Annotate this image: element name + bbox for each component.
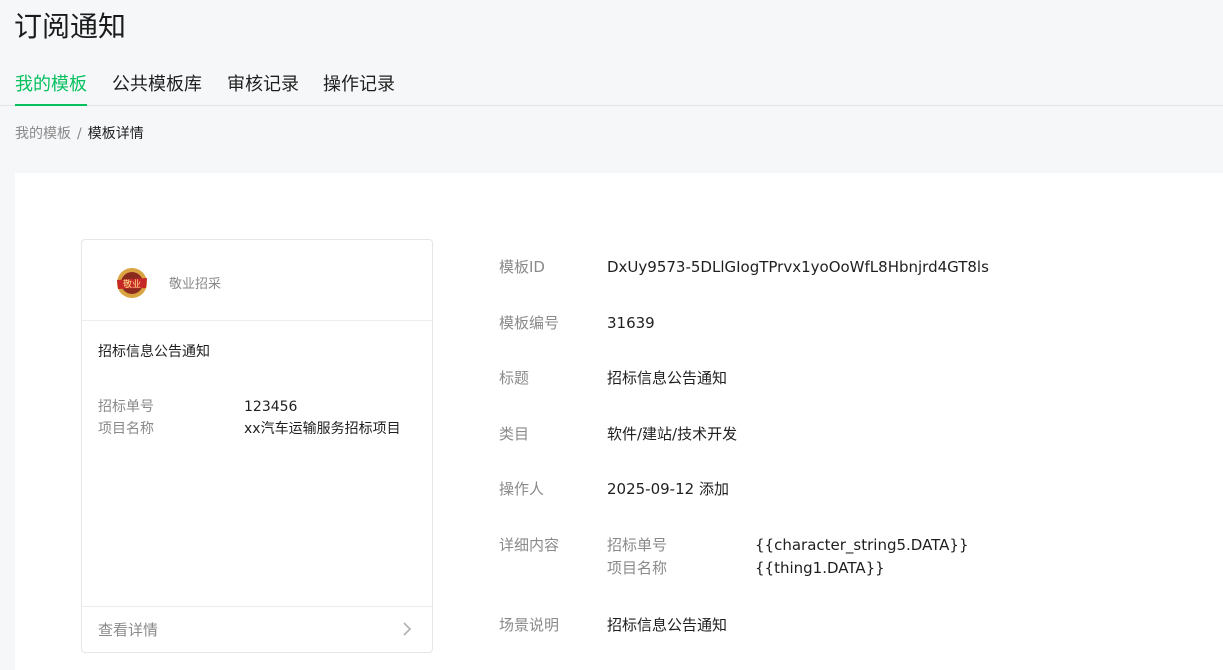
view-details-label: 查看详情 [98,621,159,639]
tab-operation-records[interactable]: 操作记录 [323,72,395,98]
preview-card-header: 敬业 敬业招采 [82,240,432,321]
category-value: 软件/建站/技术开发 [607,425,738,443]
title-value: 招标信息公告通知 [607,369,728,387]
page-title: 订阅通知 [14,10,127,43]
detail-label: 场景说明 [499,616,560,634]
detail-label: 模板ID [499,258,545,276]
breadcrumb-my-templates[interactable]: 我的模板 [15,126,71,142]
content-field-value: {{character_string5.DATA}} [755,536,969,554]
tab-bar: 我的模板 公共模板库 审核记录 操作记录 [0,70,1223,106]
scene-value: 招标信息公告通知 [607,616,728,634]
tab-public-library[interactable]: 公共模板库 [112,72,202,98]
detail-label: 标题 [499,369,530,387]
preview-title: 招标信息公告通知 [98,344,210,360]
content-panel: 敬业 敬业招采 招标信息公告通知 招标单号 123456 项目名称 xx汽车运输… [15,173,1223,670]
view-details-link[interactable]: 查看详情 [82,606,432,653]
chevron-right-icon [403,622,412,636]
detail-label: 详细内容 [499,536,560,554]
breadcrumb-separator: / [77,126,82,142]
preview-field-key: 招标单号 [98,399,154,415]
operator-value: 2025-09-12 添加 [607,480,729,498]
template-id-value: DxUy9573-5DLlGIogTPrvx1yoOoWfL8Hbnjrd4GT… [607,258,989,276]
detail-label: 模板编号 [499,314,560,332]
content-field-key: 招标单号 [607,536,668,554]
content-field-value: {{thing1.DATA}} [755,559,885,577]
tab-my-templates[interactable]: 我的模板 [15,72,87,106]
template-preview-card: 敬业 敬业招采 招标信息公告通知 招标单号 123456 项目名称 xx汽车运输… [81,239,433,653]
content-field-key: 项目名称 [607,559,668,577]
detail-label: 操作人 [499,480,545,498]
breadcrumb-current: 模板详情 [87,126,144,142]
brand-logo-text: 敬业 [123,278,141,290]
preview-field-value: xx汽车运输服务招标项目 [244,421,401,437]
breadcrumb: 我的模板 / 模板详情 [15,124,144,144]
detail-label: 类目 [499,425,530,443]
template-no-value: 31639 [607,314,655,332]
preview-field-key: 项目名称 [98,421,154,437]
brand-logo-icon: 敬业 [117,268,147,298]
brand-name: 敬业招采 [169,277,222,292]
tab-review-records[interactable]: 审核记录 [227,72,299,98]
preview-field-value: 123456 [244,399,298,415]
